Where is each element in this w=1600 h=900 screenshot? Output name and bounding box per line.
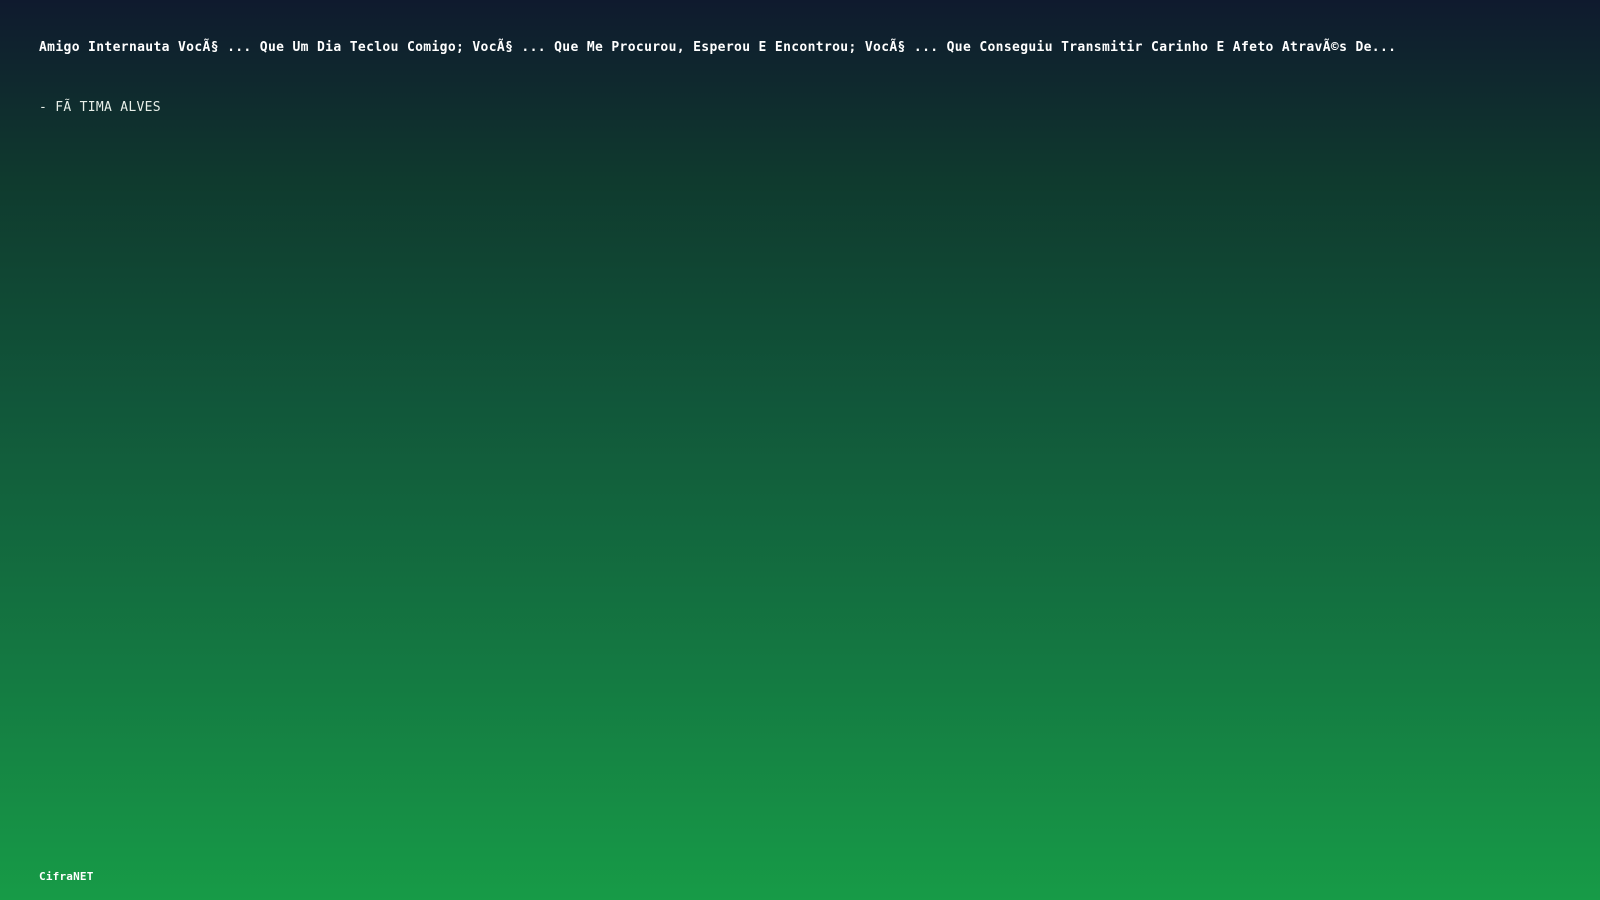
brand-watermark: CifraNET xyxy=(39,870,94,883)
quote-text: Amigo Internauta VocÃ§ ... Que Um Dia Te… xyxy=(39,40,1397,55)
quote-author: - FÃ TIMA ALVES xyxy=(39,100,161,115)
